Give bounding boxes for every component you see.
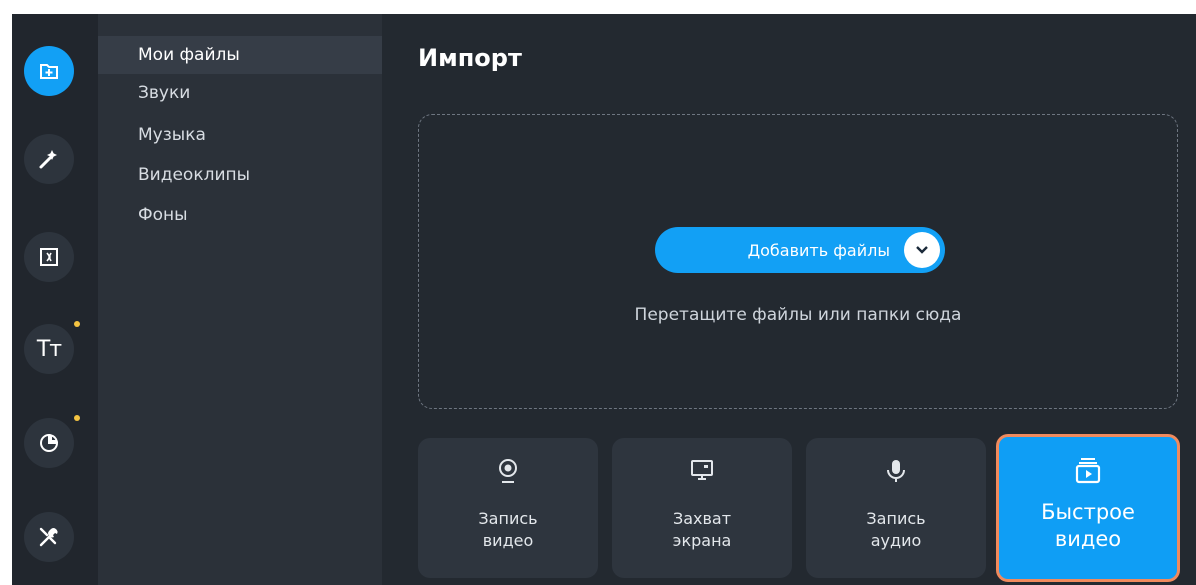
tools-button[interactable] (24, 512, 74, 562)
titles-button[interactable]: Tт (24, 321, 80, 374)
import-button[interactable] (24, 46, 74, 96)
tile-label-line1: Захват (672, 509, 732, 528)
screen-capture-button[interactable]: Захват экрана (612, 438, 792, 578)
tools-icon (37, 525, 61, 549)
category-video-clips[interactable]: Видеоклипы (98, 156, 382, 194)
page-title: Импорт (418, 44, 522, 72)
chevron-down-icon[interactable] (904, 232, 940, 268)
category-backgrounds[interactable]: Фоны (98, 196, 382, 234)
drop-hint: Перетащите файлы или папки сюда (634, 305, 962, 325)
new-badge-dot (74, 415, 80, 421)
drop-zone[interactable]: Добавить файлы Перетащите файлы или папк… (418, 114, 1178, 409)
category-music[interactable]: Музыка (98, 116, 382, 154)
tile-label-line1: Запись (478, 509, 538, 528)
record-video-button[interactable]: Запись видео (418, 438, 598, 578)
monitor-icon (612, 458, 792, 484)
tile-label-line1: Запись (866, 509, 926, 528)
tile-label-line2: аудио (870, 531, 922, 550)
record-audio-button[interactable]: Запись аудио (806, 438, 986, 578)
add-files-label: Добавить файлы (747, 240, 890, 260)
titles-icon: Tт (36, 336, 62, 362)
quick-video-icon (999, 457, 1177, 484)
category-list: Мои файлы Звуки Музыка Видеоклипы Фоны (98, 14, 382, 585)
new-badge-dot (74, 321, 80, 327)
webcam-icon (418, 458, 598, 484)
stickers-icon (38, 432, 60, 454)
tile-label-line2: видео (482, 531, 534, 550)
filters-button[interactable] (24, 134, 74, 184)
import-panel: Импорт Добавить файлы Перетащите файлы и… (382, 14, 1196, 585)
category-my-files[interactable]: Мои файлы (98, 36, 382, 74)
quick-video-button[interactable]: Быстрое видео (996, 434, 1180, 582)
category-sounds[interactable]: Звуки (98, 74, 382, 112)
import-icon (38, 60, 60, 82)
magic-wand-icon (37, 147, 61, 171)
stickers-button[interactable] (24, 415, 80, 468)
transitions-button[interactable] (24, 232, 74, 282)
tile-label-line2: экрана (672, 531, 732, 550)
tool-rail: Tт (12, 14, 98, 585)
add-files-button[interactable]: Добавить файлы (655, 227, 945, 273)
microphone-icon (806, 458, 986, 484)
app-window: Tт Мои файлы Звуки Музыка Видеоклипы Фон… (12, 14, 1196, 585)
tile-label-line2: видео (1054, 527, 1122, 551)
transitions-icon (38, 246, 60, 268)
tile-label-line1: Быстрое (1041, 500, 1135, 524)
